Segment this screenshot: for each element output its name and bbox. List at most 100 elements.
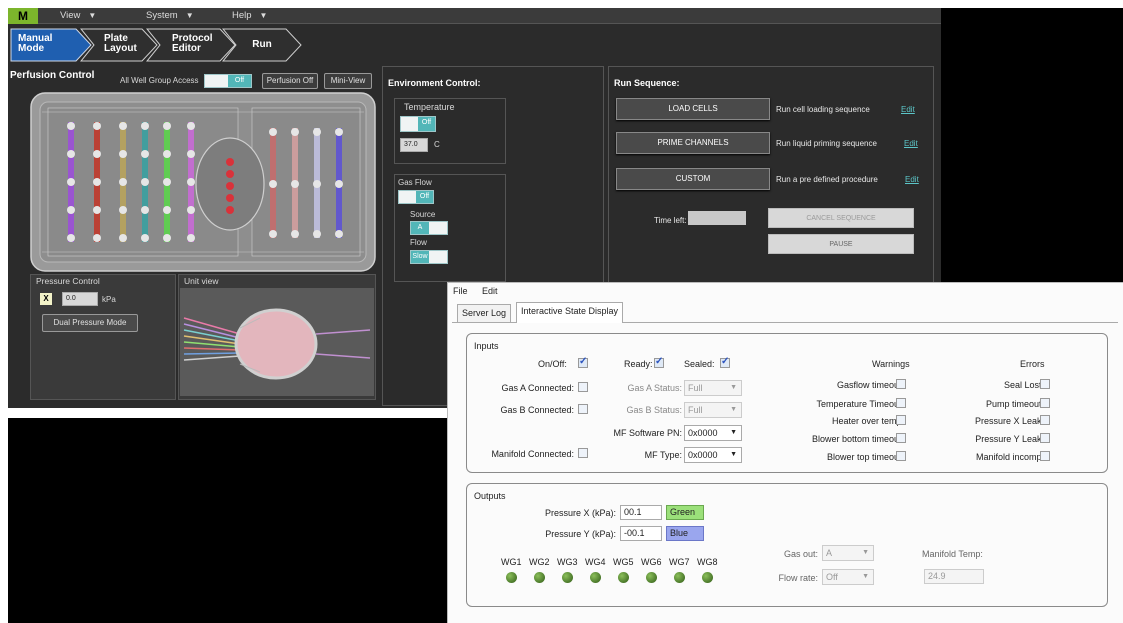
gas-a-connected-checkbox[interactable] [578, 382, 588, 392]
source-toggle[interactable]: A [410, 221, 448, 235]
chevron-down-icon: ▼ [862, 549, 869, 556]
gas-b-status-select[interactable]: Full ▼ [684, 402, 742, 418]
manifold-connected-label: Manifold Connected: [491, 449, 574, 459]
chevron-down-icon: ▼ [730, 406, 737, 413]
wg6-led [646, 572, 657, 583]
error-pressure-x-leak-label: Pressure X Leak: [974, 416, 1044, 426]
flow-toggle[interactable]: Slow [410, 250, 448, 264]
gas-flow-label: Gas Flow [398, 178, 432, 187]
chevron-down-icon: ▼ [730, 451, 737, 458]
errors-title: Errors [1020, 359, 1045, 369]
menu-edit[interactable]: Edit [482, 286, 498, 296]
menu-file[interactable]: File [453, 286, 468, 296]
mf-software-pn-select[interactable]: 0x0000 ▼ [684, 425, 742, 441]
ready-label: Ready: [624, 359, 653, 369]
perfusion-off-button[interactable]: Perfusion Off [262, 73, 318, 89]
wg5-led [618, 572, 629, 583]
custom-button[interactable]: CUSTOM [616, 168, 770, 190]
cancel-sequence-button[interactable]: CANCEL SEQUENCE [768, 208, 914, 228]
gas-flow-toggle-label: Off [416, 191, 433, 203]
gas-b-status-label: Gas B Status: [626, 405, 682, 415]
app-logo: M [8, 8, 38, 24]
temperature-value: 37.0 [404, 141, 418, 148]
load-cells-desc: Run cell loading sequence [776, 105, 870, 114]
wg3-label: WG3 [557, 557, 578, 567]
tab-interactive-state-display[interactable]: Interactive State Display [516, 302, 624, 323]
temperature-toggle[interactable]: Off [400, 116, 436, 132]
tab-run-label: Run [252, 39, 272, 50]
flow-rate-select[interactable]: Off ▼ [822, 569, 874, 585]
ready-checkbox[interactable] [654, 356, 664, 368]
sealed-checkbox[interactable] [720, 356, 730, 368]
pressure-x-label: Pressure X (kPa): [544, 508, 616, 518]
pressure-control-title: Pressure Control [36, 276, 100, 286]
warning-temperature-checkbox[interactable] [896, 398, 906, 408]
warning-blower-top-checkbox[interactable] [896, 451, 906, 461]
gas-b-connected-checkbox[interactable] [578, 404, 588, 414]
custom-edit-link[interactable]: Edit [905, 175, 919, 184]
error-pressure-y-leak-checkbox[interactable] [1040, 433, 1050, 443]
manifold-temp-value: 24.9 [928, 571, 946, 581]
menu-view[interactable]: View ▼ [60, 8, 96, 24]
mf-type-select[interactable]: 0x0000 ▼ [684, 447, 742, 463]
prime-channels-edit-link[interactable]: Edit [904, 139, 918, 148]
warning-gasflow-label: Gasflow timeout: [836, 380, 904, 390]
gas-a-status-select[interactable]: Full ▼ [684, 380, 742, 396]
warning-blower-bottom-checkbox[interactable] [896, 433, 906, 443]
wg4-led [590, 572, 601, 583]
wg8-led [702, 572, 713, 583]
mf-software-pn-value: 0x0000 [688, 428, 718, 438]
unit-view-diagram [180, 288, 374, 396]
all-well-label: All Well Group Access [120, 76, 199, 85]
chevron-down-icon: ▼ [862, 573, 869, 580]
temperature-unit: C [434, 140, 440, 149]
menu-system[interactable]: System ▼ [146, 8, 194, 24]
all-well-toggle[interactable]: Off [204, 74, 252, 88]
error-pressure-y-leak-label: Pressure Y Leak: [975, 434, 1044, 444]
wg1-label: WG1 [501, 557, 522, 567]
warning-gasflow-checkbox[interactable] [896, 379, 906, 389]
on-off-checkbox[interactable] [578, 356, 588, 368]
pause-button[interactable]: PAUSE [768, 234, 914, 254]
time-left-label: Time left: [654, 216, 687, 225]
load-cells-button[interactable]: LOAD CELLS [616, 98, 770, 120]
wg4-label: WG4 [585, 557, 606, 567]
pressure-y-value: -00.1 [624, 528, 645, 538]
dual-pressure-mode-button[interactable]: Dual Pressure Mode [42, 314, 138, 332]
tab-server-log[interactable]: Server Log [457, 304, 512, 322]
chevron-down-icon: ▼ [730, 384, 737, 391]
sealed-label: Sealed: [684, 359, 715, 369]
temperature-input[interactable]: 37.0 [400, 138, 428, 152]
gas-b-status-value: Full [688, 405, 703, 415]
manifold-connected-checkbox[interactable] [578, 448, 588, 458]
all-well-toggle-label: Off [228, 75, 251, 87]
gas-flow-toggle[interactable]: Off [398, 190, 434, 204]
load-cells-edit-link[interactable]: Edit [901, 105, 915, 114]
error-pressure-x-leak-checkbox[interactable] [1040, 415, 1050, 425]
temperature-toggle-label: Off [418, 117, 435, 131]
pressure-y-color-label: Blue [670, 528, 689, 538]
prime-channels-button[interactable]: PRIME CHANNELS [616, 132, 770, 154]
chevron-down-icon: ▼ [88, 11, 97, 20]
error-seal-lost-checkbox[interactable] [1040, 379, 1050, 389]
source-label: Source [410, 210, 436, 219]
pressure-x-input[interactable]: 00.1 [620, 505, 662, 520]
gas-out-select[interactable]: A ▼ [822, 545, 874, 561]
gas-a-connected-label: Gas A Connected: [501, 383, 574, 393]
pressure-y-input[interactable]: -00.1 [620, 526, 662, 541]
wg2-label: WG2 [529, 557, 550, 567]
wg3-led [562, 572, 573, 583]
menu-help[interactable]: Help ▼ [232, 8, 267, 24]
pressure-x-value: 00.1 [624, 507, 642, 517]
error-pump-timeout-label: Pump timeout: [985, 399, 1044, 409]
gas-a-status-label: Gas A Status: [627, 383, 682, 393]
error-seal-lost-label: Seal Lost: [1003, 380, 1044, 390]
tab-run[interactable]: Run [222, 28, 302, 62]
mini-view-button[interactable]: Mini-View [324, 73, 372, 89]
error-pump-timeout-checkbox[interactable] [1040, 398, 1050, 408]
perfusion-plate-diagram[interactable] [30, 92, 376, 272]
warning-heater-checkbox[interactable] [896, 415, 906, 425]
error-manifold-incomp-checkbox[interactable] [1040, 451, 1050, 461]
pressure-value-input[interactable]: 0.0 [62, 292, 98, 306]
perfusion-title: Perfusion Control [10, 70, 95, 81]
